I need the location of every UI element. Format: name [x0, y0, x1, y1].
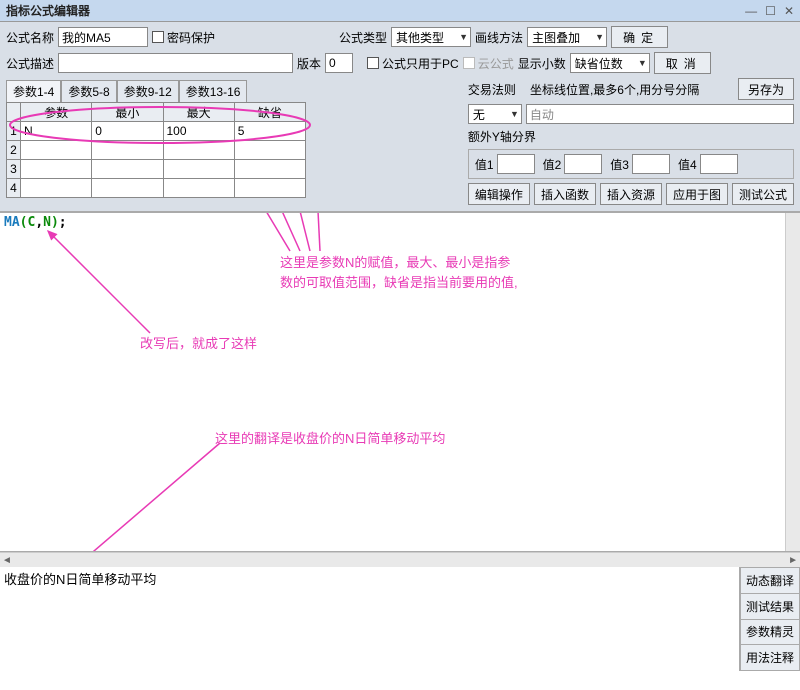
extra-y-label: 额外Y轴分界: [468, 128, 536, 145]
tab-params-1-4[interactable]: 参数1-4: [6, 80, 61, 102]
window-controls: — ☐ ✕: [745, 4, 794, 18]
name-label: 公式名称: [6, 29, 54, 46]
insert-fn-button[interactable]: 插入函数: [534, 183, 596, 205]
decimals-label: 显示小数: [518, 55, 566, 72]
table-row: 3: [7, 160, 306, 179]
draw-method-select[interactable]: 主图叠加 ▼: [527, 27, 607, 47]
side-button-stack: 动态翻译 测试结果 参数精灵 用法注释: [740, 567, 800, 671]
vertical-scrollbar[interactable]: [785, 213, 800, 551]
val1-input[interactable]: [497, 154, 535, 174]
ok-button[interactable]: 确定: [611, 26, 668, 48]
param-tabs: 参数1-4 参数5-8 参数9-12 参数13-16: [6, 80, 306, 102]
param-name-1[interactable]: [21, 122, 91, 140]
param-def-1[interactable]: [235, 122, 305, 140]
desc-label: 公式描述: [6, 55, 54, 72]
translation-output: 收盘价的N日简单移动平均: [0, 567, 740, 671]
checkbox-icon: [367, 57, 379, 69]
checkbox-icon: [463, 57, 475, 69]
name-input[interactable]: [58, 27, 148, 47]
apply-fig-button[interactable]: 应用于图: [666, 183, 728, 205]
form-area: 公式名称 密码保护 公式类型 其他类型 ▼ 画线方法 主图叠加 ▼ 确定 公式描…: [0, 22, 800, 212]
chevron-down-icon: ▼: [455, 32, 468, 42]
scroll-left-icon[interactable]: ◄: [2, 555, 12, 566]
chevron-down-icon: ▼: [591, 32, 604, 42]
horizontal-scrollbar[interactable]: ◄ ►: [0, 552, 800, 567]
annotation-rewritten: 改写后，就成了这样: [140, 333, 257, 352]
val3-input[interactable]: [632, 154, 670, 174]
cloud-checkbox: 云公式: [463, 55, 514, 72]
table-row: 4: [7, 179, 306, 198]
val2-input[interactable]: [564, 154, 602, 174]
save-as-button[interactable]: 另存为: [738, 78, 794, 100]
param-table: 参数 最小 最大 缺省 1 2 3 4: [6, 102, 306, 198]
window-title: 指标公式编辑器: [6, 2, 90, 19]
coord-hint-label: 坐标线位置,最多6个,用分号分隔: [530, 81, 699, 98]
formula-type-label: 公式类型: [339, 29, 387, 46]
test-result-button[interactable]: 测试结果: [740, 594, 800, 620]
trade-rule-label: 交易法则: [468, 81, 516, 98]
dynamic-translate-button[interactable]: 动态翻译: [740, 567, 800, 594]
annotation-translation: 这里的翻译是收盘价的N日简单移动平均: [215, 428, 445, 447]
insert-res-button[interactable]: 插入资源: [600, 183, 662, 205]
table-row: 2: [7, 141, 306, 160]
close-button[interactable]: ✕: [784, 4, 794, 18]
chevron-down-icon: ▼: [506, 109, 519, 119]
pwd-protect-checkbox[interactable]: 密码保护: [152, 29, 215, 46]
edit-op-button[interactable]: 编辑操作: [468, 183, 530, 205]
code-editor[interactable]: MA(C,N); 这里是参数N的赋值，最大、最小是指参 数的可取值范围，缺省是指…: [0, 212, 800, 552]
val4-input[interactable]: [700, 154, 738, 174]
annotation-param-values: 这里是参数N的赋值，最大、最小是指参 数的可取值范围，缺省是指当前要用的值,: [280, 253, 580, 292]
desc-input[interactable]: [58, 53, 293, 73]
value-group: 值1 值2 值3 值4: [468, 149, 794, 179]
usage-notes-button[interactable]: 用法注释: [740, 645, 800, 671]
param-wizard-button[interactable]: 参数精灵: [740, 620, 800, 646]
maximize-button[interactable]: ☐: [765, 4, 776, 18]
chevron-down-icon: ▼: [634, 58, 647, 68]
bottom-panel: 收盘价的N日简单移动平均 动态翻译 测试结果 参数精灵 用法注释: [0, 567, 800, 671]
tab-params-13-16[interactable]: 参数13-16: [179, 80, 248, 102]
version-input[interactable]: [325, 53, 353, 73]
trade-rule-select[interactable]: 无 ▼: [468, 104, 522, 124]
only-pc-checkbox[interactable]: 公式只用于PC: [367, 55, 459, 72]
test-formula-button[interactable]: 测试公式: [732, 183, 794, 205]
table-row: 1: [7, 122, 306, 141]
decimals-select[interactable]: 缺省位数 ▼: [570, 53, 650, 73]
tab-params-5-8[interactable]: 参数5-8: [61, 80, 116, 102]
minimize-button[interactable]: —: [745, 4, 757, 18]
param-max-1[interactable]: [164, 122, 234, 140]
formula-type-select[interactable]: 其他类型 ▼: [391, 27, 471, 47]
code-line: MA(C,N);: [4, 215, 67, 230]
checkbox-icon: [152, 31, 164, 43]
scroll-right-icon[interactable]: ►: [788, 555, 798, 566]
tab-params-9-12[interactable]: 参数9-12: [117, 80, 179, 102]
draw-method-label: 画线方法: [475, 29, 523, 46]
cancel-button[interactable]: 取消: [654, 52, 711, 74]
titlebar: 指标公式编辑器 — ☐ ✕: [0, 0, 800, 22]
version-label: 版本: [297, 55, 321, 72]
param-min-1[interactable]: [92, 122, 162, 140]
coord-input[interactable]: [526, 104, 794, 124]
